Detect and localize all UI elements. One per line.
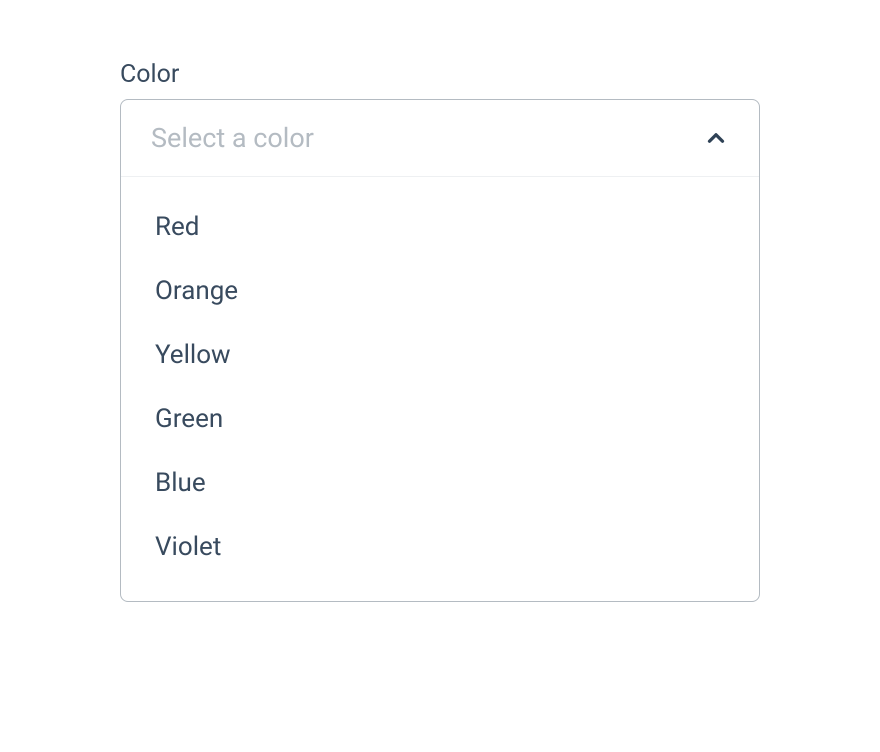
option-violet[interactable]: Violet [121, 515, 759, 579]
select-trigger[interactable]: Select a color [121, 100, 759, 177]
chevron-up-icon [703, 125, 729, 151]
option-red[interactable]: Red [121, 195, 759, 259]
option-blue[interactable]: Blue [121, 451, 759, 515]
option-orange[interactable]: Orange [121, 259, 759, 323]
field-label: Color [120, 60, 760, 89]
color-select: Select a color Red Orange Yellow Green B… [120, 99, 760, 602]
select-placeholder: Select a color [151, 122, 314, 154]
option-yellow[interactable]: Yellow [121, 323, 759, 387]
options-list: Red Orange Yellow Green Blue Violet [121, 177, 759, 601]
option-green[interactable]: Green [121, 387, 759, 451]
